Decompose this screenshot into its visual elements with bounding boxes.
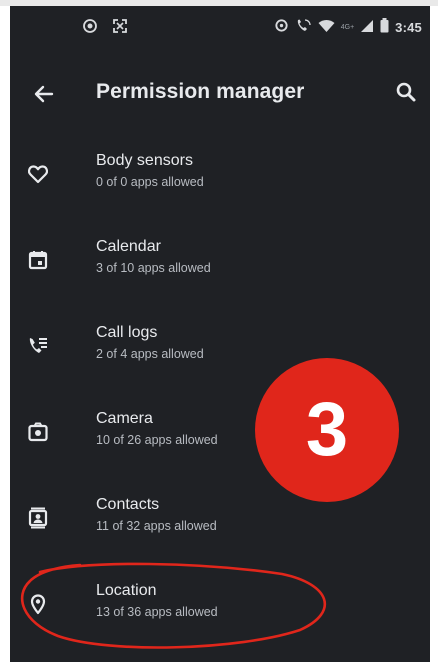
permission-summary: 0 of 0 apps allowed bbox=[96, 175, 204, 189]
location-pin-icon bbox=[26, 592, 50, 616]
camera-notification-icon bbox=[82, 18, 98, 37]
permission-label: Contacts bbox=[96, 496, 160, 513]
permission-label: Location bbox=[96, 582, 157, 599]
heart-icon bbox=[26, 162, 50, 186]
permission-summary: 13 of 36 apps allowed bbox=[96, 605, 218, 619]
status-left-icons bbox=[82, 18, 128, 37]
search-icon[interactable] bbox=[394, 80, 418, 104]
status-time: 3:45 bbox=[395, 19, 422, 35]
permission-summary: 10 of 26 apps allowed bbox=[96, 433, 218, 447]
permission-summary: 11 of 32 apps allowed bbox=[96, 519, 217, 533]
network-type-label: 4G+ bbox=[340, 23, 355, 31]
permission-label: Calendar bbox=[96, 238, 161, 255]
status-bar: 4G+ 3:45 bbox=[10, 6, 430, 46]
permission-label: Camera bbox=[96, 410, 153, 427]
step-number-badge: 3 bbox=[255, 358, 399, 502]
permission-summary: 2 of 4 apps allowed bbox=[96, 347, 204, 361]
battery-icon bbox=[380, 18, 389, 36]
wifi-call-icon bbox=[295, 18, 312, 36]
camera-icon bbox=[26, 420, 50, 444]
wifi-icon bbox=[318, 19, 335, 36]
data-saver-icon bbox=[274, 18, 289, 36]
permission-label: Call logs bbox=[96, 324, 158, 341]
phone-screen: 4G+ 3:45 Permission manager Body sensors… bbox=[10, 6, 430, 662]
page-title: Permission manager bbox=[96, 80, 305, 103]
permission-label: Body sensors bbox=[96, 152, 193, 169]
screenshot-notification-icon bbox=[112, 18, 128, 37]
permission-summary: 3 of 10 apps allowed bbox=[96, 261, 211, 275]
call-log-icon bbox=[26, 334, 50, 358]
app-toolbar: Permission manager bbox=[10, 68, 430, 120]
back-arrow-icon[interactable] bbox=[32, 82, 56, 106]
status-right-icons: 4G+ 3:45 bbox=[274, 18, 422, 36]
permission-item-location[interactable]: Location 13 of 36 apps allowed bbox=[10, 564, 430, 650]
permission-item-calendar[interactable]: Calendar 3 of 10 apps allowed bbox=[10, 220, 430, 306]
contacts-icon bbox=[26, 506, 50, 530]
calendar-icon bbox=[26, 248, 50, 272]
signal-icon bbox=[360, 19, 374, 36]
permission-item-contacts[interactable]: Contacts 11 of 32 apps allowed bbox=[10, 478, 430, 564]
permission-item-body-sensors[interactable]: Body sensors 0 of 0 apps allowed bbox=[10, 134, 430, 220]
